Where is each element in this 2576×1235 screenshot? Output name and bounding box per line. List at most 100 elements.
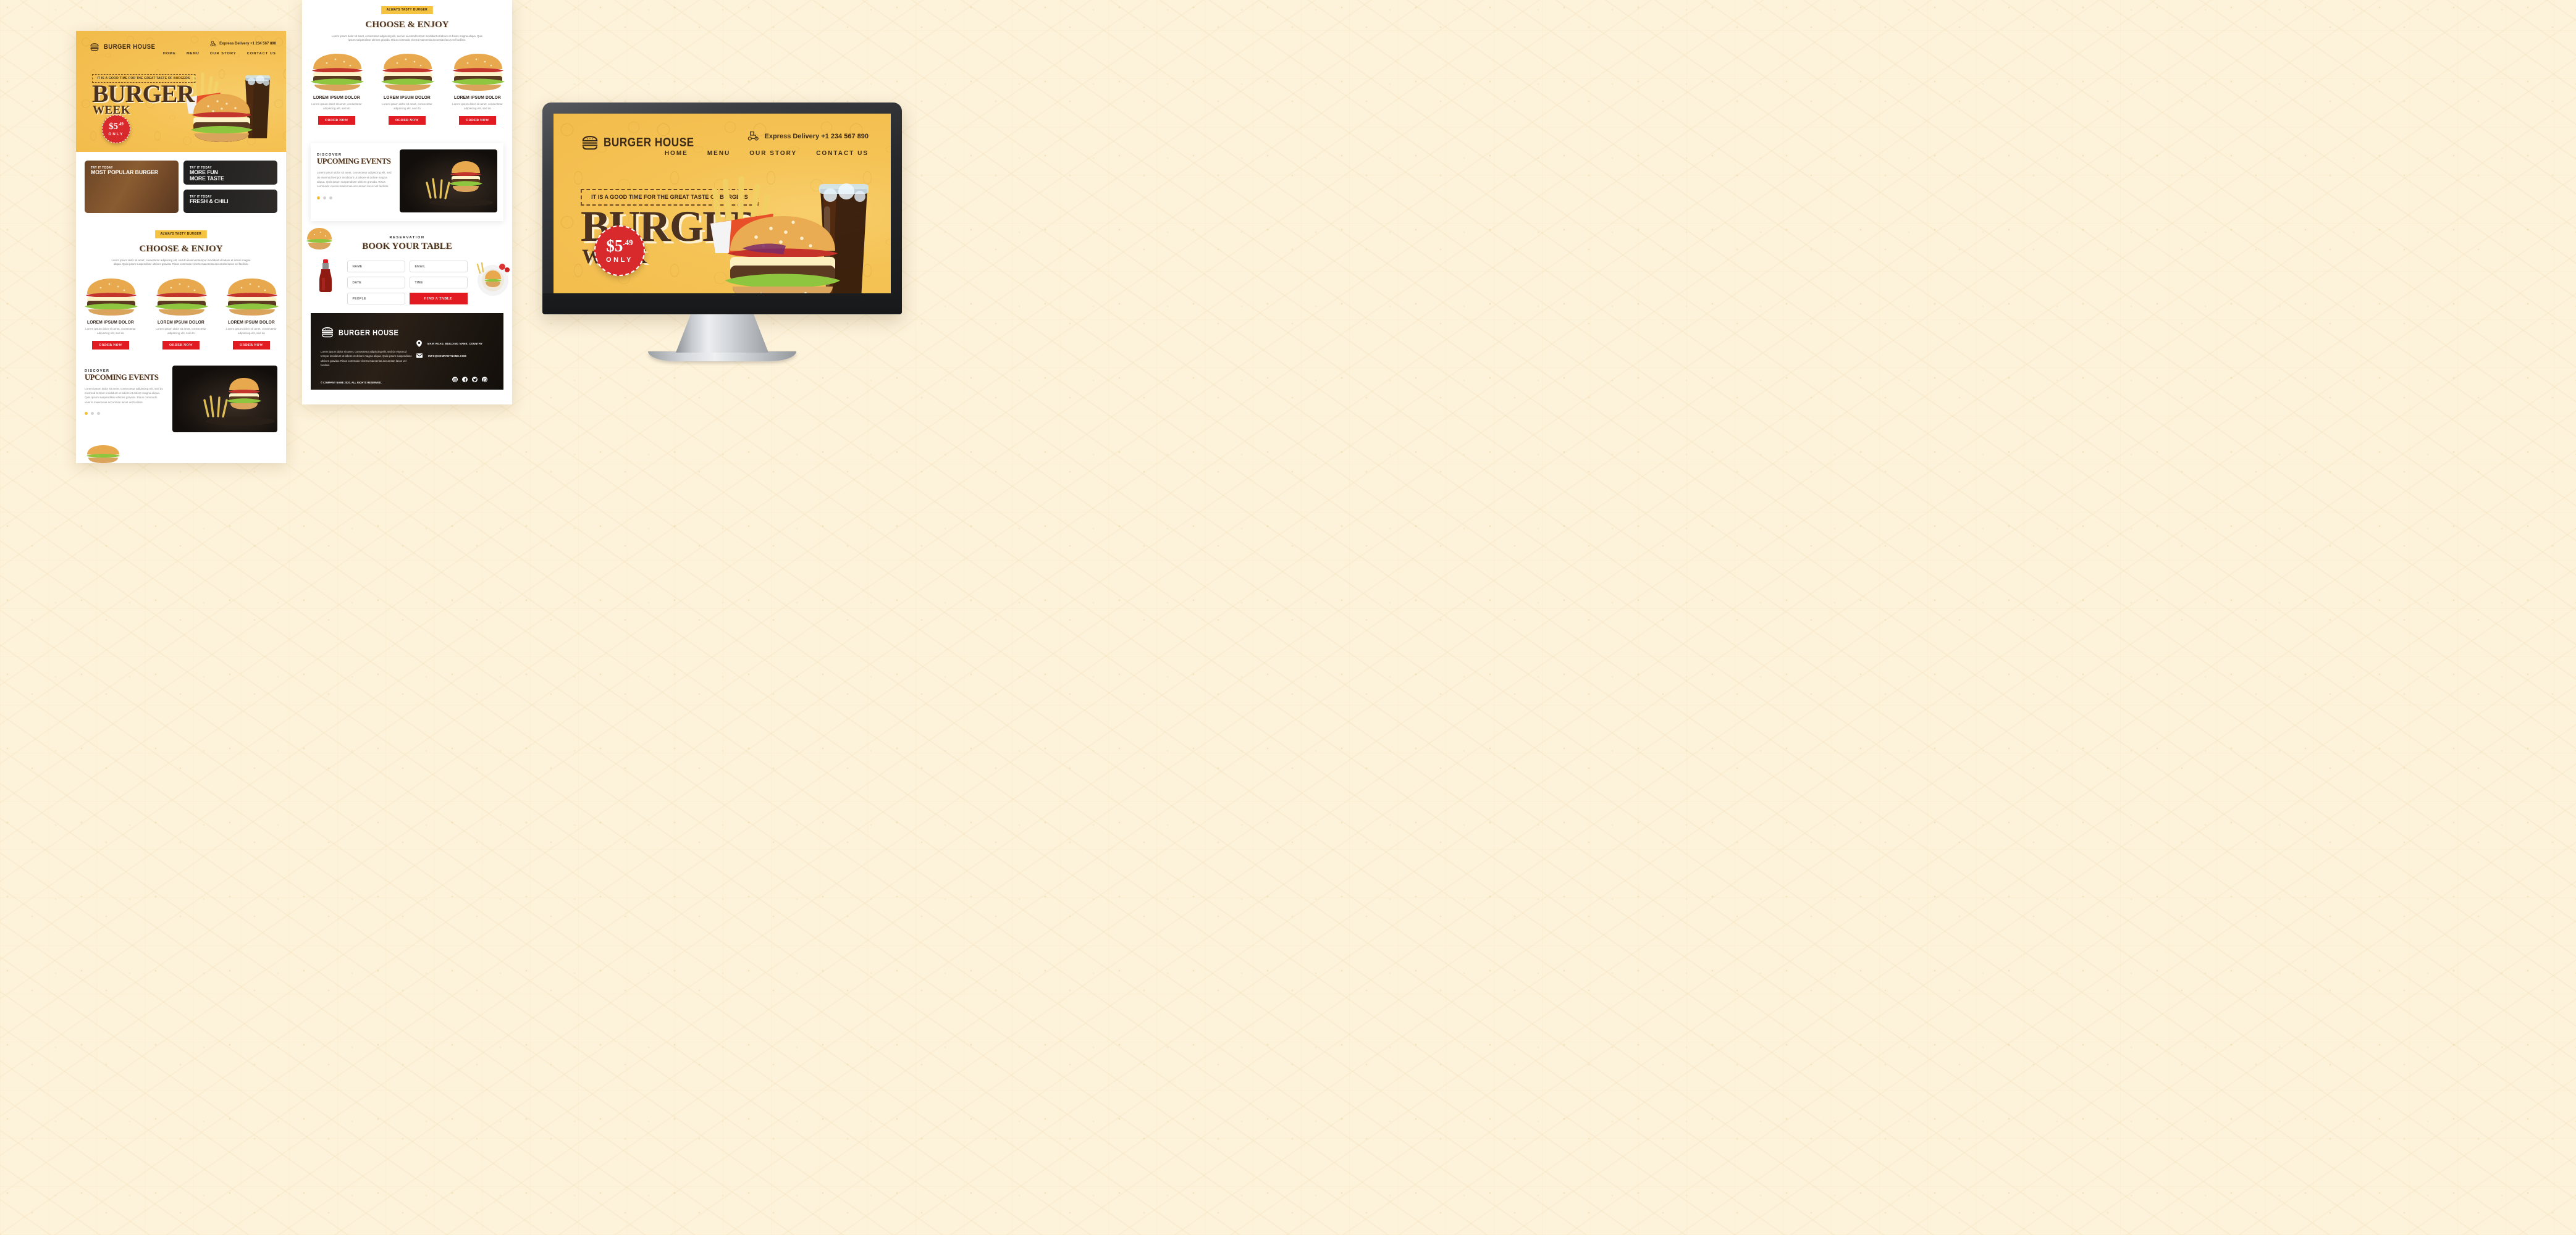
delivery-text: Express Delivery +1 234 567 890 bbox=[764, 132, 869, 140]
facebook-icon[interactable] bbox=[462, 377, 468, 383]
product-title: LOREM IPSUM DOLOR bbox=[384, 94, 431, 101]
carousel-dot-1[interactable] bbox=[85, 411, 88, 415]
product-burger-image bbox=[452, 54, 505, 91]
footer-email: INFO@COMPANYNAME.COM bbox=[427, 354, 466, 358]
scooter-delivery-icon bbox=[210, 41, 216, 46]
decor-plate-right bbox=[476, 262, 510, 296]
reservation-form[interactable]: NAME EMAIL DATE TIME PEOPLE FIND A TABLE bbox=[347, 261, 468, 305]
price-badge: $5.49 ONLY bbox=[102, 115, 130, 143]
delivery-info: Express Delivery +1 234 567 890 bbox=[210, 41, 276, 47]
hero-burger-image bbox=[725, 216, 840, 293]
nav-item-our-story[interactable]: OUR STORY bbox=[210, 52, 237, 56]
product-burger-image bbox=[381, 54, 434, 91]
site-logo[interactable]: BURGER HOUSE bbox=[581, 133, 709, 152]
promo-card-fresh-chili[interactable]: TRY IT TODAY FRESH & CHILI bbox=[183, 189, 277, 213]
footer-email-row: INFO@COMPANYNAME.COM bbox=[416, 353, 487, 358]
choose-heading: CHOOSE & ENJOY bbox=[365, 19, 449, 30]
choose-section: ALWAYS TASTY BURGER CHOOSE & ENJOY Lorem… bbox=[76, 227, 286, 267]
product-card[interactable]: LOREM IPSUM DOLOR Lorem ipsum dolor sit … bbox=[154, 277, 208, 350]
product-card[interactable]: LOREM IPSUM DOLOR Lorem ipsum dolor sit … bbox=[309, 52, 364, 125]
main-nav[interactable]: HOME MENU OUR STORY CONTACT US bbox=[665, 150, 869, 157]
nav-item-contact-us[interactable]: CONTACT US bbox=[816, 150, 869, 157]
nav-item-home[interactable]: HOME bbox=[665, 150, 688, 157]
footer-address-row: MAIN ROAD, BUILDING NAME, COUNTRY bbox=[416, 340, 487, 348]
hero-burger-image bbox=[191, 94, 253, 142]
choose-description: Lorem ipsum dolor sit amet, consectetur … bbox=[331, 34, 483, 41]
mid-choose-section: ALWAYS TASTY BURGER CHOOSE & ENJOY Lorem… bbox=[302, 0, 512, 42]
hero-section: BURGER HOUSE Express Delivery +1 234 567… bbox=[76, 31, 286, 152]
badge-cents: .49 bbox=[118, 121, 124, 127]
carousel-dot-2[interactable] bbox=[323, 196, 326, 199]
order-now-button[interactable]: ORDER NOW bbox=[318, 116, 355, 125]
carousel-dots[interactable] bbox=[317, 196, 394, 199]
promo-title: MOST POPULAR BURGER bbox=[91, 169, 158, 176]
nav-item-contact-us[interactable]: CONTACT US bbox=[247, 52, 276, 56]
product-text: Lorem ipsum dolor sit amet, consectetur … bbox=[156, 327, 206, 335]
people-field[interactable]: PEOPLE bbox=[347, 293, 405, 305]
order-now-button[interactable]: ORDER NOW bbox=[233, 340, 270, 350]
events-section: DISCOVER UPCOMING EVENTS Lorem ipsum dol… bbox=[76, 365, 286, 432]
promo-card-most-popular[interactable]: TRY IT TODAY MOST POPULAR BURGER bbox=[85, 161, 179, 213]
promo-card-more-fun[interactable]: TRY IT TODAY MORE FUN MORE TASTE bbox=[183, 161, 277, 185]
product-title: LOREM IPSUM DOLOR bbox=[158, 319, 204, 325]
carousel-dot-1[interactable] bbox=[317, 196, 320, 199]
badge-only: ONLY bbox=[606, 256, 633, 264]
scooter-delivery-icon bbox=[747, 131, 759, 141]
whatsapp-icon[interactable] bbox=[482, 377, 487, 383]
reservation-section: RESERVATION BOOK YOUR TABLE NAME EMAIL D… bbox=[302, 228, 512, 305]
nav-item-menu[interactable]: MENU bbox=[187, 52, 200, 56]
social-links[interactable] bbox=[452, 377, 487, 383]
time-field[interactable]: TIME bbox=[409, 277, 468, 289]
burger-logo-icon bbox=[90, 43, 99, 51]
product-burger-image bbox=[311, 54, 364, 91]
nav-item-menu[interactable]: MENU bbox=[707, 150, 730, 157]
order-now-button[interactable]: ORDER NOW bbox=[92, 340, 129, 350]
monitor-bezel: BURGER HOUSE Express Delivery +1 234 567… bbox=[542, 103, 902, 314]
site-footer: BURGER HOUSE Lorem ipsum dolor sit amet,… bbox=[311, 313, 503, 390]
promo-cards: TRY IT TODAY MOST POPULAR BURGER TRY IT … bbox=[76, 152, 286, 213]
badge-only: ONLY bbox=[108, 132, 124, 136]
nav-item-our-story[interactable]: OUR STORY bbox=[749, 150, 797, 157]
nav-item-home[interactable]: HOME bbox=[163, 52, 176, 56]
monitor-mockup: BURGER HOUSE Express Delivery +1 234 567… bbox=[542, 103, 902, 411]
product-card[interactable]: LOREM IPSUM DOLOR Lorem ipsum dolor sit … bbox=[380, 52, 434, 125]
order-now-button[interactable]: ORDER NOW bbox=[459, 116, 496, 125]
date-field[interactable]: DATE bbox=[347, 277, 405, 289]
events-heading: UPCOMING EVENTS bbox=[85, 372, 159, 382]
carousel-dot-3[interactable] bbox=[97, 411, 100, 415]
footer-logo: BURGER HOUSE bbox=[321, 325, 408, 339]
product-cards: LOREM IPSUM DOLOR Lorem ipsum dolor sit … bbox=[76, 277, 286, 350]
product-title: LOREM IPSUM DOLOR bbox=[454, 94, 501, 101]
events-heading: UPCOMING EVENTS bbox=[317, 157, 391, 166]
footer-contact: MAIN ROAD, BUILDING NAME, COUNTRY INFO@C… bbox=[416, 340, 487, 364]
product-title: LOREM IPSUM DOLOR bbox=[313, 94, 360, 101]
order-now-button[interactable]: ORDER NOW bbox=[162, 340, 200, 350]
hero-headline: BURGER bbox=[92, 80, 195, 107]
main-nav[interactable]: HOME MENU OUR STORY CONTACT US bbox=[163, 52, 276, 56]
footer-description: Lorem ipsum dolor sit amet, consectetur … bbox=[321, 350, 412, 367]
find-a-table-button[interactable]: FIND A TABLE bbox=[409, 293, 468, 305]
carousel-dot-3[interactable] bbox=[329, 196, 332, 199]
monitor-stand-neck bbox=[676, 314, 768, 353]
product-burger-image bbox=[155, 278, 208, 316]
email-field[interactable]: EMAIL bbox=[409, 261, 468, 273]
delivery-info: Express Delivery +1 234 567 890 bbox=[747, 131, 869, 141]
site-logo[interactable]: BURGER HOUSE bbox=[90, 42, 164, 52]
carousel-dots[interactable] bbox=[85, 411, 166, 415]
brand-name: BURGER HOUSE bbox=[104, 43, 156, 51]
order-now-button[interactable]: ORDER NOW bbox=[389, 116, 426, 125]
carousel-dot-2[interactable] bbox=[91, 411, 94, 415]
product-card[interactable]: LOREM IPSUM DOLOR Lorem ipsum dolor sit … bbox=[83, 277, 138, 350]
instagram-icon[interactable] bbox=[452, 377, 458, 383]
product-burger-image bbox=[85, 278, 138, 316]
badge-price: $5 bbox=[109, 121, 119, 132]
name-field[interactable]: NAME bbox=[347, 261, 405, 273]
badge-cents: .49 bbox=[623, 238, 633, 247]
product-card[interactable]: LOREM IPSUM DOLOR Lorem ipsum dolor sit … bbox=[450, 52, 505, 125]
burger-logo-icon bbox=[582, 135, 598, 150]
product-text: Lorem ipsum dolor sit amet, consectetur … bbox=[452, 103, 503, 111]
twitter-icon[interactable] bbox=[472, 377, 478, 383]
monitor-stand-base bbox=[648, 351, 796, 361]
section-pill: ALWAYS TASTY BURGER bbox=[155, 230, 207, 238]
product-card[interactable]: LOREM IPSUM DOLOR Lorem ipsum dolor sit … bbox=[224, 277, 279, 350]
